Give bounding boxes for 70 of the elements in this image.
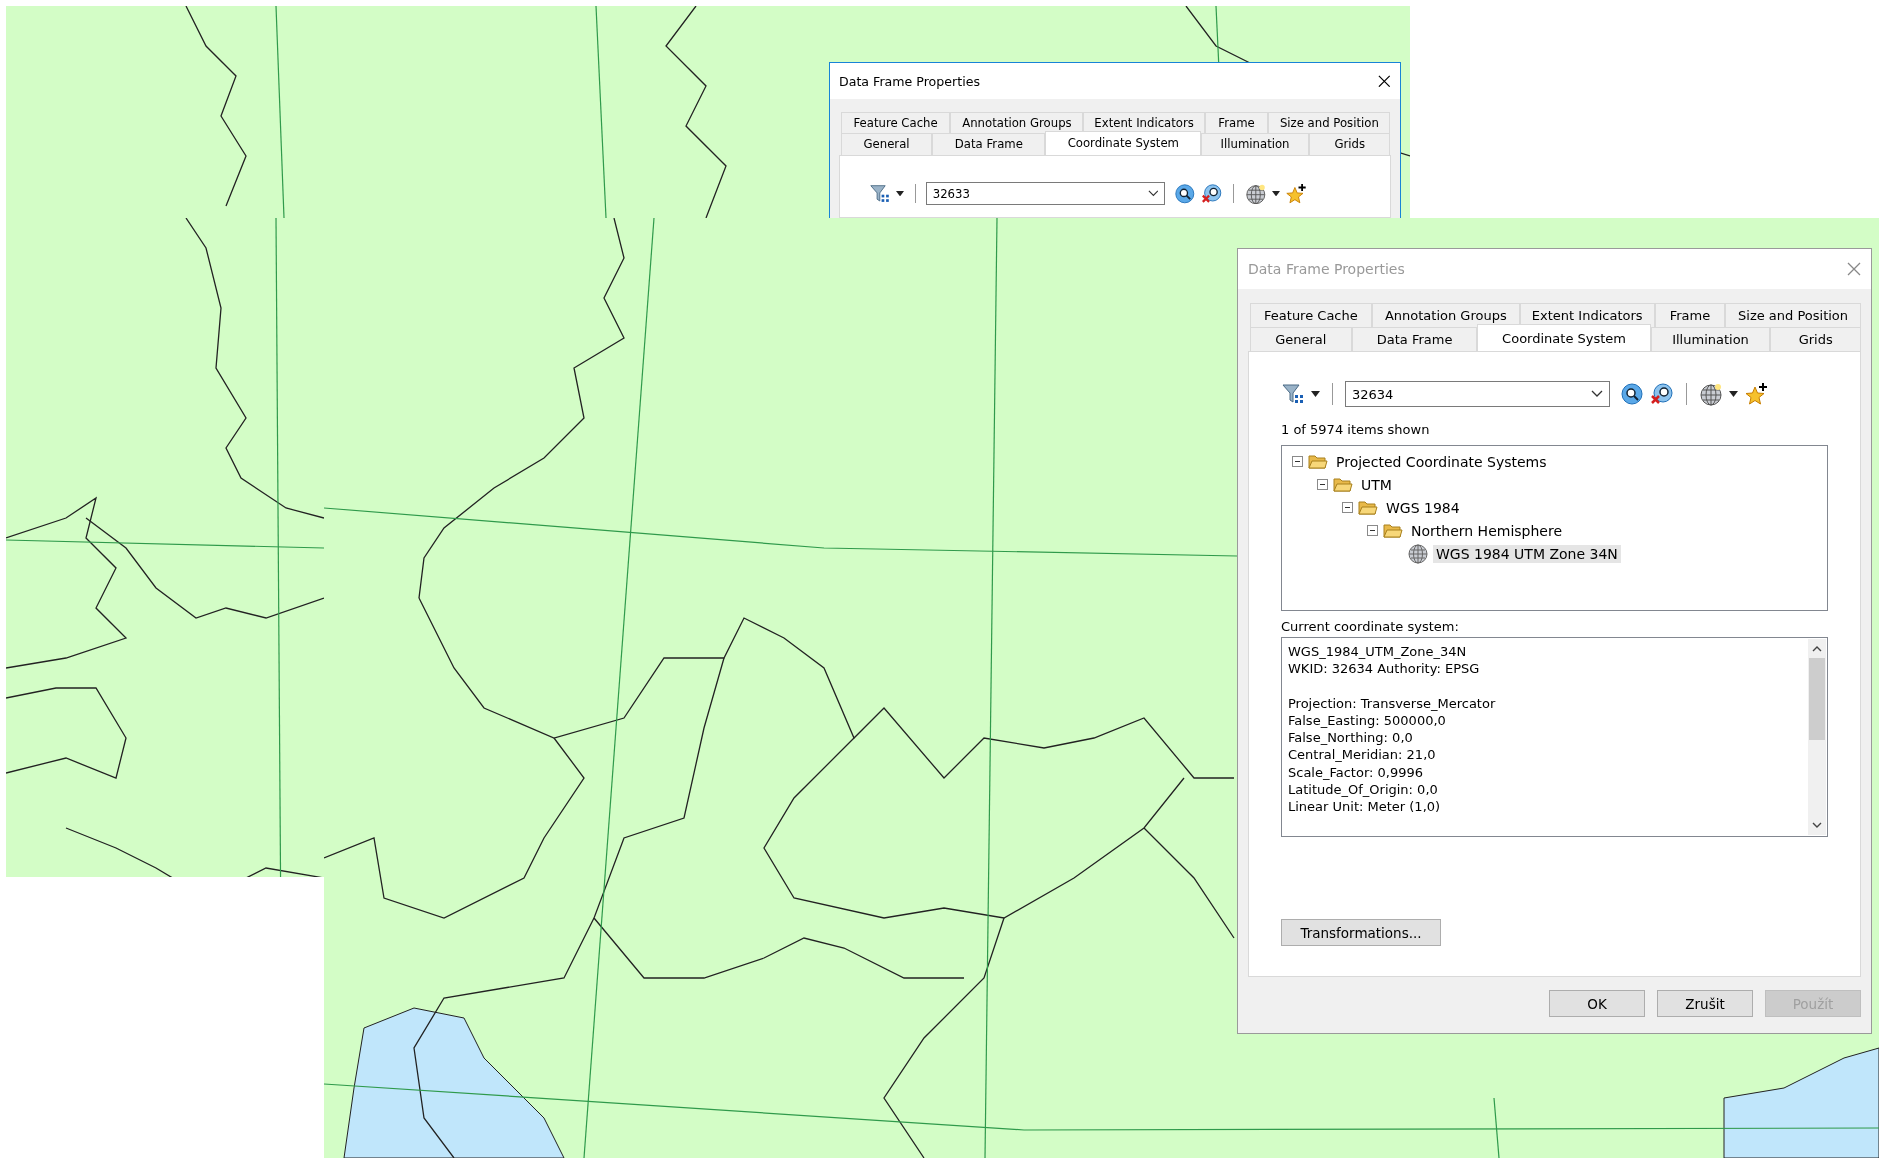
dialog-button[interactable]: OK [1549, 990, 1645, 1017]
tab[interactable]: Annotation Groups [1371, 303, 1520, 327]
tab[interactable]: Size and Position [1725, 303, 1861, 327]
globe-icon[interactable] [1699, 382, 1723, 406]
globe-icon [1408, 543, 1428, 564]
description-line: False_Northing: 0,0 [1288, 729, 1414, 747]
scrollbar-thumb[interactable] [1809, 658, 1825, 740]
tab[interactable]: Coordinate System [1045, 130, 1202, 155]
collapse-icon[interactable] [1342, 502, 1353, 513]
globe-icon[interactable] [1244, 182, 1267, 205]
caret-icon[interactable] [1271, 190, 1280, 197]
collapse-icon[interactable] [1292, 456, 1303, 467]
tab[interactable]: Extent Indicators [1519, 303, 1655, 327]
folder-icon [1358, 499, 1378, 516]
filter-icon[interactable] [1281, 382, 1305, 406]
new-star-icon[interactable] [1285, 182, 1307, 205]
tree-item[interactable]: Projected Coordinate Systems [1333, 452, 1550, 471]
caret-icon[interactable] [895, 190, 904, 197]
collapse-icon[interactable] [1317, 479, 1328, 490]
tree-item[interactable]: Northern Hemisphere [1408, 521, 1565, 540]
window-title: Data Frame Properties [1248, 261, 1405, 277]
items-count: 1 of 5974 items shown [1281, 422, 1431, 437]
tab[interactable]: Grids [1308, 133, 1391, 155]
tab[interactable]: Feature Cache [840, 111, 951, 134]
dialog-button[interactable]: Zrušit [1657, 990, 1753, 1017]
filter-icon[interactable] [868, 182, 891, 205]
section-label: Current coordinate system: [1281, 619, 1460, 634]
tab[interactable]: Data Frame [932, 133, 1046, 155]
tab[interactable]: Grids [1770, 327, 1861, 351]
search-combo-box[interactable]: 32633 [926, 181, 1165, 206]
tab[interactable]: Coordinate System [1477, 324, 1651, 351]
search-icon[interactable] [1173, 182, 1196, 205]
tab[interactable]: Frame [1654, 303, 1726, 327]
description-line: False_Easting: 500000,0 [1288, 711, 1447, 730]
description-line: WKID: 32634 Authority: EPSG [1288, 660, 1481, 678]
tab[interactable]: Extent Indicators [1083, 111, 1205, 134]
description-line: WGS_1984_UTM_Zone_34N [1288, 643, 1468, 661]
search-icon[interactable] [1620, 382, 1644, 406]
tree-item[interactable]: WGS 1984 [1383, 498, 1463, 517]
search-combo-box[interactable]: 32634 [1345, 381, 1610, 407]
tab[interactable]: Feature Cache [1250, 303, 1372, 327]
tab[interactable]: General [1250, 327, 1352, 351]
tab[interactable]: Frame [1204, 111, 1269, 134]
collapse-icon[interactable] [1367, 525, 1378, 536]
folder-icon [1383, 522, 1403, 539]
tab[interactable]: Illumination [1650, 327, 1771, 351]
new-star-icon[interactable] [1744, 382, 1768, 406]
scroll-up-icon[interactable] [1812, 645, 1822, 652]
tree-item[interactable]: WGS 1984 UTM Zone 34N [1433, 544, 1621, 563]
transformations-button[interactable]: Transformations... [1281, 919, 1441, 946]
caret-icon[interactable] [1311, 391, 1320, 397]
window-title: Data Frame Properties [839, 73, 980, 89]
tab[interactable]: General [840, 133, 933, 155]
clear-search-icon[interactable] [1200, 182, 1223, 205]
tree-item[interactable]: UTM [1358, 475, 1395, 494]
tab[interactable]: Illumination [1201, 133, 1309, 155]
clear-search-icon[interactable] [1650, 382, 1674, 406]
folder-icon [1333, 476, 1353, 493]
description-line: Scale_Factor: 0,9996 [1288, 763, 1425, 782]
caret-icon[interactable] [1729, 391, 1738, 397]
close-icon[interactable] [1377, 74, 1391, 88]
folder-icon [1308, 453, 1328, 470]
tab[interactable]: Size and Position [1268, 111, 1391, 134]
description-line: Central_Meridian: 21,0 [1288, 746, 1437, 764]
tab[interactable]: Data Frame [1351, 327, 1478, 351]
description-line: Projection: Transverse_Mercator [1288, 694, 1497, 712]
description-line: Latitude_Of_Origin: 0,0 [1288, 781, 1439, 799]
scroll-down-icon[interactable] [1812, 822, 1822, 829]
tab[interactable]: Annotation Groups [950, 111, 1084, 134]
description-line: Linear Unit: Meter (1,0) [1288, 798, 1442, 816]
